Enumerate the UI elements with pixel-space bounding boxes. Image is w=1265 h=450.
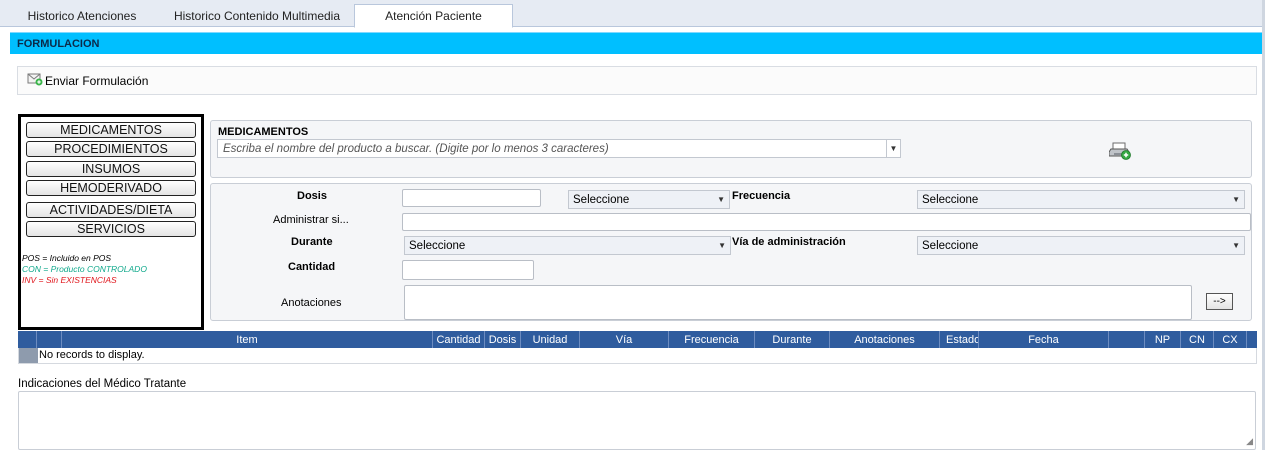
category-servicios-button[interactable]: SERVICIOS bbox=[26, 221, 196, 237]
durante-label: Durante bbox=[291, 236, 333, 248]
dosis-unit-select[interactable]: Seleccione ▼ bbox=[568, 190, 730, 209]
grid-empty-row: No records to display. bbox=[18, 348, 1257, 364]
durante-select-value: Seleccione bbox=[409, 239, 466, 252]
formulation-page: Historico Atenciones Historico Contenido… bbox=[0, 0, 1265, 450]
indicaciones-label: Indicaciones del Médico Tratante bbox=[18, 378, 187, 390]
grid-col-unidad[interactable]: Unidad bbox=[521, 331, 580, 348]
grid-col-cantidad[interactable]: Cantidad bbox=[433, 331, 485, 348]
grid-col-durante[interactable]: Durante bbox=[755, 331, 830, 348]
category-medicamentos-button[interactable]: MEDICAMENTOS bbox=[26, 122, 196, 138]
via-select-value: Seleccione bbox=[922, 239, 979, 252]
grid-header: Item Cantidad Dosis Unidad Vía Frecuenci… bbox=[18, 331, 1257, 348]
administrar-input[interactable] bbox=[402, 213, 1251, 231]
frecuencia-select[interactable]: Seleccione ▼ bbox=[917, 190, 1245, 209]
dosis-label: Dosis bbox=[297, 190, 327, 202]
tab-atencion-paciente[interactable]: Atención Paciente bbox=[354, 4, 513, 28]
legend-inventario: INV = Sin EXISTENCIAS bbox=[22, 275, 117, 285]
via-label: Vía de administración bbox=[732, 236, 846, 248]
tab-historico-multimedia[interactable]: Historico Contenido Multimedia bbox=[160, 4, 354, 27]
legend-pos: POS = Incluido en POS bbox=[22, 253, 112, 263]
product-search-panel: MEDICAMENTOS Escriba el nombre del produ… bbox=[210, 120, 1252, 178]
grid-col-frecuencia[interactable]: Frecuencia bbox=[669, 331, 755, 348]
cantidad-input[interactable] bbox=[402, 260, 534, 280]
chevron-down-icon: ▼ bbox=[1232, 195, 1240, 204]
grid-col-via[interactable]: Vía bbox=[580, 331, 669, 348]
chevron-down-icon: ▼ bbox=[718, 241, 726, 250]
frecuencia-select-value: Seleccione bbox=[922, 193, 979, 206]
grid-row-selector bbox=[19, 348, 38, 363]
search-title: MEDICAMENTOS bbox=[218, 126, 309, 138]
category-hemoderivado-button[interactable]: HEMODERIVADO bbox=[26, 180, 196, 196]
grid-col-estado[interactable]: Estado bbox=[940, 331, 979, 348]
tab-historico-atenciones[interactable]: Historico Atenciones bbox=[18, 4, 146, 27]
grid-col-anotaciones[interactable]: Anotaciones bbox=[830, 331, 940, 348]
envelope-send-icon bbox=[27, 72, 43, 89]
category-panel: MEDICAMENTOS PROCEDIMIENTOS INSUMOS HEMO… bbox=[18, 114, 204, 330]
grid-col-cn[interactable]: CN bbox=[1181, 331, 1214, 348]
grid-col-np[interactable]: NP bbox=[1145, 331, 1181, 348]
frecuencia-label: Frecuencia bbox=[732, 190, 791, 202]
grid-col-cx[interactable]: CX bbox=[1214, 331, 1247, 348]
anotaciones-input[interactable] bbox=[404, 285, 1192, 320]
indicaciones-textarea[interactable]: ◢ bbox=[18, 391, 1256, 450]
chevron-down-icon: ▼ bbox=[717, 195, 725, 204]
send-formulation-button[interactable]: Enviar Formulación bbox=[27, 72, 148, 89]
legend-controlado: CON = Producto CONTROLADO bbox=[22, 264, 147, 274]
category-insumos-button[interactable]: INSUMOS bbox=[26, 161, 196, 177]
grid-col-item[interactable]: Item bbox=[62, 331, 433, 348]
toolbar: Enviar Formulación bbox=[17, 66, 1257, 95]
durante-select[interactable]: Seleccione ▼ bbox=[404, 236, 731, 255]
cantidad-label: Cantidad bbox=[288, 261, 336, 273]
dosis-unit-select-value: Seleccione bbox=[573, 193, 630, 206]
send-formulation-label: Enviar Formulación bbox=[45, 73, 149, 88]
grid-empty-text: No records to display. bbox=[39, 349, 145, 361]
grid-expand-col bbox=[37, 331, 62, 348]
resize-grip-icon[interactable]: ◢ bbox=[1246, 436, 1253, 447]
dosis-input[interactable] bbox=[402, 189, 541, 207]
chevron-down-icon: ▼ bbox=[1232, 241, 1240, 250]
add-item-button[interactable]: --> bbox=[1206, 293, 1233, 310]
product-search-input[interactable]: Escriba el nombre del producto a buscar.… bbox=[217, 139, 901, 158]
grid-col-spacer bbox=[1109, 331, 1145, 348]
product-search-placeholder: Escriba el nombre del producto a buscar.… bbox=[223, 142, 609, 155]
grid-col-dosis[interactable]: Dosis bbox=[485, 331, 521, 348]
administrar-label: Administrar si... bbox=[273, 214, 349, 226]
dose-panel: Dosis Seleccione ▼ Frecuencia Seleccione… bbox=[210, 183, 1252, 321]
grid-select-col bbox=[18, 331, 37, 348]
tab-bar: Historico Atenciones Historico Contenido… bbox=[0, 0, 1265, 28]
via-select[interactable]: Seleccione ▼ bbox=[917, 236, 1245, 255]
category-actividades-dieta-button[interactable]: ACTIVIDADES/DIETA bbox=[26, 202, 196, 218]
grid-col-fecha[interactable]: Fecha bbox=[979, 331, 1109, 348]
chevron-down-icon[interactable]: ▼ bbox=[886, 140, 900, 157]
anotaciones-label: Anotaciones bbox=[281, 297, 342, 309]
printer-add-icon[interactable] bbox=[1108, 140, 1133, 162]
category-procedimientos-button[interactable]: PROCEDIMIENTOS bbox=[26, 141, 196, 157]
section-header: FORMULACION bbox=[10, 32, 1265, 54]
